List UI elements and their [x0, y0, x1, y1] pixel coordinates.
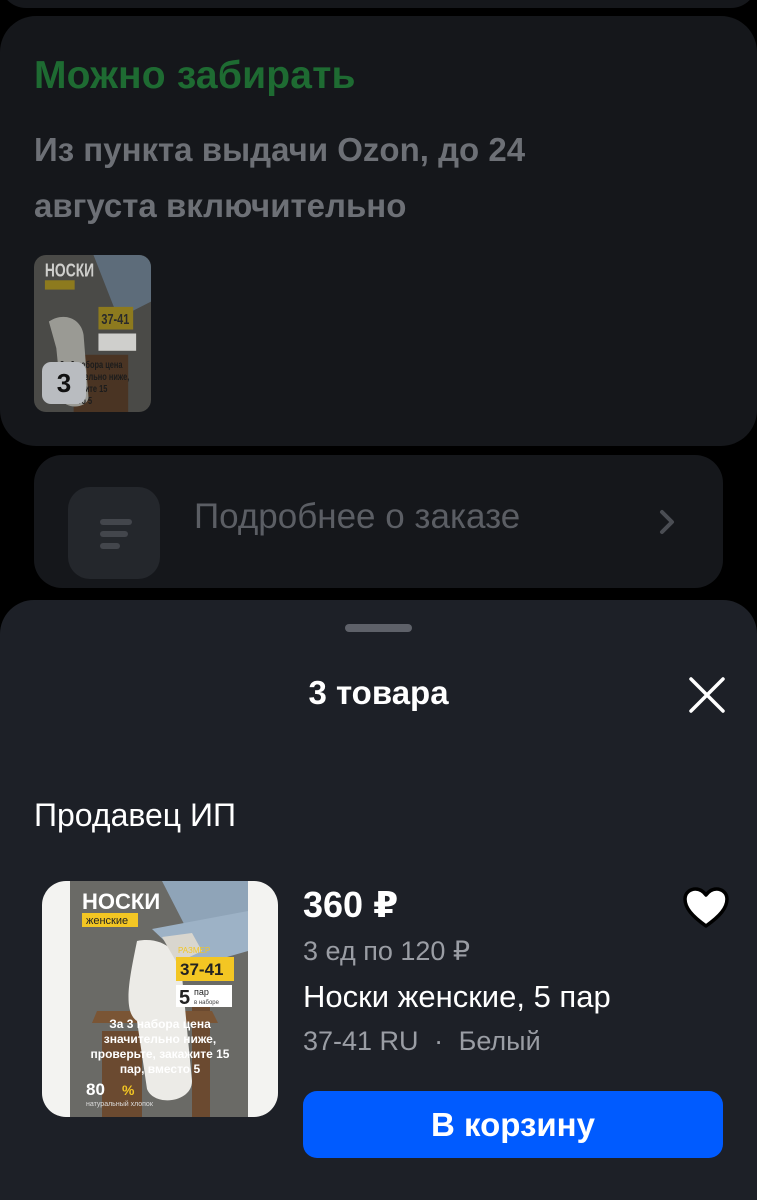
image-size: 37-41	[180, 960, 223, 979]
image-size-caption: РАЗМЕР	[178, 946, 210, 955]
list-icon	[68, 487, 160, 579]
image-percent: 80	[86, 1080, 105, 1099]
product-size: 37-41 RU	[303, 1026, 419, 1056]
product-image[interactable]: НОСКИ женские РАЗМЕР 37-41 5 пар в набор…	[42, 881, 278, 1117]
image-brand: НОСКИ	[82, 889, 160, 914]
sheet-drag-handle[interactable]	[345, 624, 412, 632]
svg-text:проверьте, закажите 15: проверьте, закажите 15	[91, 1047, 230, 1061]
svg-text:значительно ниже,: значительно ниже,	[104, 1032, 216, 1046]
close-icon[interactable]	[682, 670, 732, 720]
svg-text:37-41: 37-41	[101, 311, 129, 328]
image-percent-sign: %	[122, 1082, 135, 1098]
sheet-title: 3 товара	[308, 674, 449, 711]
svg-text:За 3 набора цена: За 3 набора цена	[109, 1017, 211, 1031]
items-count-badge: 3	[42, 362, 86, 404]
variant-separator: ·	[434, 1026, 444, 1056]
svg-text:НОСКИ: НОСКИ	[45, 260, 94, 280]
seller-name: Продавец ИП	[34, 797, 237, 833]
svg-text:пар, вместо 5: пар, вместо 5	[120, 1062, 201, 1076]
product-price: 360 ₽	[303, 884, 399, 925]
pickup-status-title: Можно забирать	[34, 54, 356, 97]
order-details-row[interactable]: Подробнее о заказе	[34, 455, 723, 588]
chevron-right-icon	[660, 510, 674, 534]
image-pairs-word: пар	[194, 987, 209, 997]
heart-icon[interactable]	[682, 886, 730, 930]
product-name[interactable]: Носки женские, 5 пар	[303, 979, 611, 1015]
items-bottom-sheet: 3 товара Продавец ИП НОСКИ женские РАЗМЕ…	[0, 600, 757, 1200]
image-subtitle: женские	[86, 915, 128, 927]
product-unit-price: 3 ед по 120 ₽	[303, 936, 471, 966]
previous-card	[0, 0, 757, 8]
product-color: Белый	[458, 1026, 541, 1056]
order-details-label: Подробнее о заказе	[194, 497, 521, 536]
image-material: натуральный хлопок	[86, 1100, 154, 1108]
add-to-cart-button[interactable]: В корзину	[303, 1091, 723, 1158]
image-pairs-num: 5	[179, 987, 190, 1009]
image-pairs-note: в наборе	[194, 1000, 220, 1006]
pickup-status-subtitle: Из пункта выдачи Ozon, до 24 августа вкл…	[34, 131, 526, 224]
product-variant: 37-41 RU · Белый	[303, 1026, 541, 1057]
